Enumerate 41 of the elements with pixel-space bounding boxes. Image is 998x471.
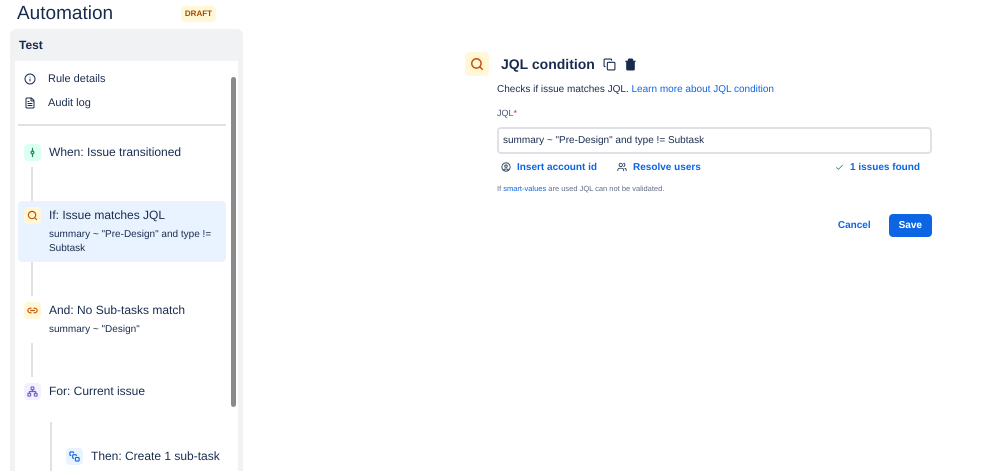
- user-icon: [501, 162, 511, 172]
- save-button[interactable]: Save: [888, 214, 932, 237]
- stack-icon: [66, 448, 83, 464]
- rule-step[interactable]: Then: Create 1 sub-task: [60, 442, 226, 470]
- result-count[interactable]: 1 issues found: [850, 160, 920, 174]
- learn-more-link[interactable]: Learn more about JQL condition: [632, 84, 774, 95]
- menu-item[interactable]: Rule details: [18, 66, 226, 91]
- trash-icon[interactable]: [624, 58, 637, 70]
- resolve-users-button[interactable]: Resolve users: [617, 160, 701, 174]
- step-detail: summary ~ "Design": [49, 322, 141, 336]
- search-icon: [24, 206, 41, 224]
- step-detail: summary ~ "Pre-Design" and type != Subtask: [49, 228, 212, 256]
- field-label: JQL*: [497, 107, 518, 120]
- rule-step[interactable]: When: Issue transitioned: [18, 138, 226, 166]
- rule-step[interactable]: For: Current issue: [18, 376, 226, 406]
- status-lozenge: DRAFT: [180, 6, 216, 22]
- menu-item[interactable]: Audit log: [18, 91, 226, 116]
- rule-step[interactable]: And: No Sub-tasks match summary ~ "Design": [18, 296, 226, 342]
- transition-icon: [24, 144, 41, 160]
- rule-step[interactable]: If: Issue matches JQL summary ~ "Pre-Design" and type != Subtask: [18, 200, 226, 262]
- link-icon: [24, 302, 41, 318]
- page-title: Automation: [17, 2, 114, 26]
- users-icon: [617, 162, 628, 172]
- cancel-button[interactable]: Cancel: [828, 214, 881, 237]
- insert-account-button[interactable]: Insert account id: [501, 160, 598, 174]
- panel-title: JQL condition: [501, 54, 595, 74]
- description: Checks if issue matches JQL. Learn more about JQL condition: [497, 83, 775, 97]
- document-icon: [24, 97, 36, 110]
- rule-name: Test: [19, 36, 43, 54]
- step-title: For: Current issue: [49, 382, 146, 400]
- copy-icon[interactable]: [602, 58, 616, 70]
- search-icon: [465, 52, 489, 76]
- info-icon: [24, 72, 36, 85]
- scrollbar[interactable]: [231, 76, 236, 406]
- check-icon: [834, 162, 844, 172]
- step-title: If: Issue matches JQL: [49, 206, 166, 224]
- step-title: Then: Create 1 sub-task: [91, 448, 220, 464]
- jql-input[interactable]: summary ~ "Pre-Design" and type != Subtask: [497, 126, 932, 154]
- step-title: And: No Sub-tasks match: [49, 302, 186, 318]
- hierarchy-icon: [24, 382, 41, 400]
- step-title: When: Issue transitioned: [49, 144, 182, 160]
